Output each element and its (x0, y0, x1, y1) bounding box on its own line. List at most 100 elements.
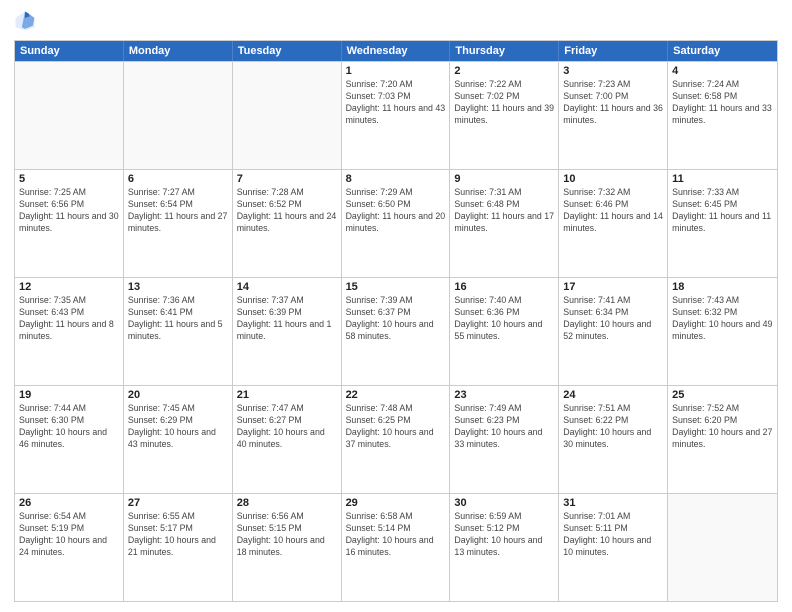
cal-cell-5-5: 30Sunrise: 6:59 AM Sunset: 5:12 PM Dayli… (450, 494, 559, 601)
day-info: Sunrise: 7:43 AM Sunset: 6:32 PM Dayligh… (672, 295, 773, 343)
calendar-header-row: SundayMondayTuesdayWednesdayThursdayFrid… (15, 41, 777, 61)
day-info: Sunrise: 6:56 AM Sunset: 5:15 PM Dayligh… (237, 511, 337, 559)
cal-cell-2-1: 5 Sunrise: 7:25 AM Sunset: 6:56 PM Daylig… (15, 170, 124, 277)
cal-cell-3-5: 16 Sunrise: 7:40 AM Sunset: 6:36 PM Dayli… (450, 278, 559, 385)
cal-header-saturday: Saturday (668, 41, 777, 61)
cal-header-monday: Monday (124, 41, 233, 61)
day-info: Sunrise: 7:44 AM Sunset: 6:30 PM Dayligh… (19, 403, 119, 451)
calendar-body: 1 Sunrise: 7:20 AM Sunset: 7:03 PM Daylig… (15, 61, 777, 601)
day-number: 7 (237, 173, 337, 185)
logo-icon (14, 10, 36, 32)
day-info: Sunrise: 7:35 AM Sunset: 6:43 PM Dayligh… (19, 295, 119, 343)
day-number: 17 (563, 281, 663, 293)
day-info: Sunrise: 6:58 AM Sunset: 5:14 PM Dayligh… (346, 511, 446, 559)
day-info: Sunrise: 7:01 AM Sunset: 5:11 PM Dayligh… (563, 511, 663, 559)
day-info: Sunrise: 7:27 AM Sunset: 6:54 PM Dayligh… (128, 187, 228, 235)
cal-cell-5-1: 26 Sunrise: 6:54 AM Sunset: 5:19 PM Dayli… (15, 494, 124, 601)
day-info: Sunrise: 7:32 AM Sunset: 6:46 PM Dayligh… (563, 187, 663, 235)
day-number: 15 (346, 281, 446, 293)
day-info: Sunrise: 7:39 AM Sunset: 6:37 PM Dayligh… (346, 295, 446, 343)
day-info: Sunrise: 7:29 AM Sunset: 6:50 PM Dayligh… (346, 187, 446, 235)
cal-cell-3-3: 14 Sunrise: 7:37 AM Sunset: 6:39 PM Dayli… (233, 278, 342, 385)
cal-cell-5-2: 27 Sunrise: 6:55 AM Sunset: 5:17 PM Dayli… (124, 494, 233, 601)
day-number: 11 (672, 173, 773, 185)
day-number: 14 (237, 281, 337, 293)
cal-cell-3-6: 17 Sunrise: 7:41 AM Sunset: 6:34 PM Dayli… (559, 278, 668, 385)
day-number: 9 (454, 173, 554, 185)
day-info: Sunrise: 7:22 AM Sunset: 7:02 PM Dayligh… (454, 79, 554, 127)
cal-cell-1-4: 1 Sunrise: 7:20 AM Sunset: 7:03 PM Daylig… (342, 62, 451, 169)
cal-cell-1-7: 4 Sunrise: 7:24 AM Sunset: 6:58 PM Daylig… (668, 62, 777, 169)
cal-cell-1-3 (233, 62, 342, 169)
day-number: 16 (454, 281, 554, 293)
day-number: 20 (128, 389, 228, 401)
day-number: 1 (346, 65, 446, 77)
day-info: Sunrise: 7:37 AM Sunset: 6:39 PM Dayligh… (237, 295, 337, 343)
cal-cell-4-5: 23 Sunrise: 7:49 AM Sunset: 6:23 PM Dayli… (450, 386, 559, 493)
day-info: Sunrise: 7:31 AM Sunset: 6:48 PM Dayligh… (454, 187, 554, 235)
cal-cell-1-6: 3 Sunrise: 7:23 AM Sunset: 7:00 PM Daylig… (559, 62, 668, 169)
day-info: Sunrise: 7:25 AM Sunset: 6:56 PM Dayligh… (19, 187, 119, 235)
day-number: 24 (563, 389, 663, 401)
cal-header-wednesday: Wednesday (342, 41, 451, 61)
day-info: Sunrise: 7:40 AM Sunset: 6:36 PM Dayligh… (454, 295, 554, 343)
day-number: 18 (672, 281, 773, 293)
cal-cell-3-2: 13 Sunrise: 7:36 AM Sunset: 6:41 PM Dayli… (124, 278, 233, 385)
day-number: 19 (19, 389, 119, 401)
header (14, 10, 778, 32)
cal-week-4: 19 Sunrise: 7:44 AM Sunset: 6:30 PM Dayli… (15, 385, 777, 493)
day-info: Sunrise: 7:49 AM Sunset: 6:23 PM Dayligh… (454, 403, 554, 451)
day-info: Sunrise: 7:51 AM Sunset: 6:22 PM Dayligh… (563, 403, 663, 451)
day-info: Sunrise: 7:48 AM Sunset: 6:25 PM Dayligh… (346, 403, 446, 451)
cal-cell-3-4: 15 Sunrise: 7:39 AM Sunset: 6:37 PM Dayli… (342, 278, 451, 385)
day-number: 25 (672, 389, 773, 401)
cal-cell-4-3: 21Sunrise: 7:47 AM Sunset: 6:27 PM Dayli… (233, 386, 342, 493)
logo (14, 10, 40, 32)
day-number: 31 (563, 497, 663, 509)
cal-week-2: 5 Sunrise: 7:25 AM Sunset: 6:56 PM Daylig… (15, 169, 777, 277)
calendar: SundayMondayTuesdayWednesdayThursdayFrid… (14, 40, 778, 602)
cal-cell-4-6: 24 Sunrise: 7:51 AM Sunset: 6:22 PM Dayli… (559, 386, 668, 493)
day-info: Sunrise: 7:41 AM Sunset: 6:34 PM Dayligh… (563, 295, 663, 343)
day-info: Sunrise: 7:52 AM Sunset: 6:20 PM Dayligh… (672, 403, 773, 451)
day-info: Sunrise: 7:45 AM Sunset: 6:29 PM Dayligh… (128, 403, 228, 451)
cal-cell-4-7: 25 Sunrise: 7:52 AM Sunset: 6:20 PM Dayli… (668, 386, 777, 493)
day-number: 5 (19, 173, 119, 185)
day-number: 4 (672, 65, 773, 77)
day-number: 26 (19, 497, 119, 509)
day-info: Sunrise: 7:24 AM Sunset: 6:58 PM Dayligh… (672, 79, 773, 127)
day-number: 3 (563, 65, 663, 77)
day-number: 29 (346, 497, 446, 509)
cal-cell-2-6: 10 Sunrise: 7:32 AM Sunset: 6:46 PM Dayli… (559, 170, 668, 277)
day-number: 22 (346, 389, 446, 401)
cal-header-thursday: Thursday (450, 41, 559, 61)
day-number: 2 (454, 65, 554, 77)
day-number: 12 (19, 281, 119, 293)
day-info: Sunrise: 7:20 AM Sunset: 7:03 PM Dayligh… (346, 79, 446, 127)
day-info: Sunrise: 7:28 AM Sunset: 6:52 PM Dayligh… (237, 187, 337, 235)
day-info: Sunrise: 7:23 AM Sunset: 7:00 PM Dayligh… (563, 79, 663, 127)
cal-cell-5-7 (668, 494, 777, 601)
day-number: 13 (128, 281, 228, 293)
cal-cell-5-4: 29 Sunrise: 6:58 AM Sunset: 5:14 PM Dayli… (342, 494, 451, 601)
cal-cell-3-7: 18 Sunrise: 7:43 AM Sunset: 6:32 PM Dayli… (668, 278, 777, 385)
day-number: 23 (454, 389, 554, 401)
day-number: 8 (346, 173, 446, 185)
day-info: Sunrise: 6:55 AM Sunset: 5:17 PM Dayligh… (128, 511, 228, 559)
page: SundayMondayTuesdayWednesdayThursdayFrid… (0, 0, 792, 612)
day-info: Sunrise: 6:54 AM Sunset: 5:19 PM Dayligh… (19, 511, 119, 559)
cal-cell-2-4: 8 Sunrise: 7:29 AM Sunset: 6:50 PM Daylig… (342, 170, 451, 277)
cal-cell-4-4: 22 Sunrise: 7:48 AM Sunset: 6:25 PM Dayli… (342, 386, 451, 493)
cal-cell-2-2: 6Sunrise: 7:27 AM Sunset: 6:54 PM Daylig… (124, 170, 233, 277)
cal-cell-5-6: 31 Sunrise: 7:01 AM Sunset: 5:11 PM Dayli… (559, 494, 668, 601)
day-number: 10 (563, 173, 663, 185)
cal-cell-4-2: 20 Sunrise: 7:45 AM Sunset: 6:29 PM Dayli… (124, 386, 233, 493)
cal-header-friday: Friday (559, 41, 668, 61)
cal-cell-2-7: 11Sunrise: 7:33 AM Sunset: 6:45 PM Dayli… (668, 170, 777, 277)
day-number: 27 (128, 497, 228, 509)
cal-header-tuesday: Tuesday (233, 41, 342, 61)
day-info: Sunrise: 7:36 AM Sunset: 6:41 PM Dayligh… (128, 295, 228, 343)
cal-cell-1-1 (15, 62, 124, 169)
day-number: 30 (454, 497, 554, 509)
cal-week-1: 1 Sunrise: 7:20 AM Sunset: 7:03 PM Daylig… (15, 61, 777, 169)
